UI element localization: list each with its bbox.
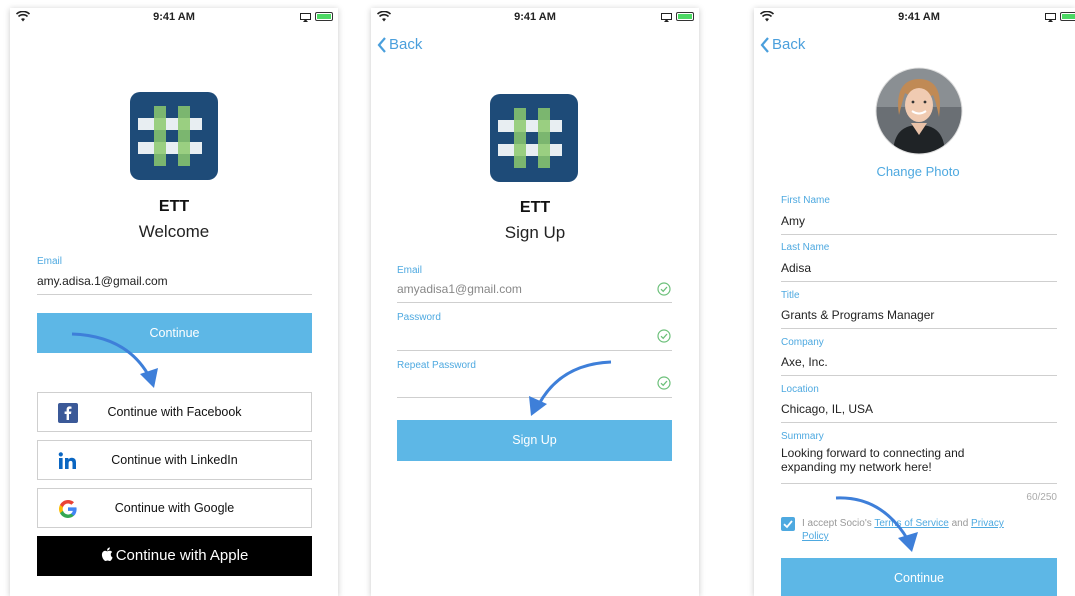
title-underline [781,328,1057,329]
apple-icon [101,547,113,561]
location-field[interactable]: Chicago, IL, USA [781,402,873,416]
title-field[interactable]: Grants & Programs Manager [781,308,934,322]
profile-screen: 9:41 AM Back Change Photo First Name Amy… [754,8,1075,596]
title-label: Title [781,290,800,301]
page-title: Welcome [138,222,210,241]
linkedin-button-label: Continue with LinkedIn [111,453,238,467]
back-label: Back [389,36,423,53]
email-underline [37,294,312,295]
back-button[interactable]: Back [377,36,422,53]
email-underline [397,302,672,303]
location-underline [781,422,1057,423]
signup-screen: 9:41 AM Back ETT Sign Up Email amyadisa1… [371,8,699,596]
terms-and: and [948,518,972,529]
apple-button-label: Continue with Apple [115,547,249,564]
last-name-underline [781,281,1057,282]
google-button[interactable]: Continue with Google [37,488,312,528]
first-name-field[interactable]: Amy [781,214,805,228]
facebook-button-label: Continue with Facebook [107,405,242,419]
check-circle-icon [657,282,671,296]
battery-icon [676,12,694,21]
summary-line: expanding my network here! [781,460,932,474]
last-name-field[interactable]: Adisa [781,261,811,275]
airplay-icon [1045,13,1056,22]
summary-underline [781,483,1057,484]
privacy-policy-link[interactable]: Policy [802,531,829,542]
privacy-policy-link[interactable]: Privacy [971,518,1004,529]
airplay-icon [300,13,311,22]
email-label: Email [37,256,63,267]
status-time: 9:41 AM [898,11,940,23]
arrow-icon [529,360,612,416]
company-field[interactable]: Axe, Inc. [781,355,828,369]
terms-checkbox[interactable] [781,517,795,531]
check-circle-icon [657,376,671,390]
avatar[interactable] [875,67,963,155]
apple-button[interactable]: Continue with Apple [37,536,312,576]
app-logo [130,92,218,180]
password-underline [397,350,672,351]
signup-button[interactable]: Sign Up [397,420,672,461]
arrow-icon [71,332,158,388]
back-label: Back [772,36,806,53]
change-photo-link[interactable]: Change Photo [754,164,1075,179]
status-time: 9:41 AM [514,11,556,23]
email-label: Email [397,265,423,276]
checkmark-icon [783,520,793,529]
app-logo [490,94,578,182]
summary-label: Summary [781,431,824,442]
status-time: 9:41 AM [153,11,195,23]
app-name: ETT [519,199,551,216]
page-title: Sign Up [504,223,566,242]
check-circle-icon [657,329,671,343]
back-button[interactable]: Back [760,36,805,53]
location-label: Location [781,384,819,395]
app-name: ETT [158,198,190,215]
linkedin-button[interactable]: Continue with LinkedIn [37,440,312,480]
last-name-label: Last Name [781,242,830,253]
chevron-left-icon [760,36,769,53]
company-underline [781,375,1057,376]
password-label: Password [397,312,441,323]
battery-icon [315,12,333,21]
password-field[interactable] [397,326,647,346]
first-name-label: First Name [781,195,830,206]
airplay-icon [661,13,672,22]
arrow-icon [835,496,918,552]
chevron-left-icon [377,36,386,53]
battery-icon [1060,12,1075,21]
summary-line: Looking forward to connecting and [781,446,965,460]
google-button-label: Continue with Google [114,501,235,515]
char-count: 60/250 [1026,492,1057,503]
email-field[interactable]: amy.adisa.1@gmail.com [37,274,168,288]
summary-field[interactable]: Looking forward to connecting and expand… [781,446,1057,474]
email-field[interactable]: amyadisa1@gmail.com [397,282,522,296]
continue-button[interactable]: Continue [781,558,1057,596]
facebook-button[interactable]: Continue with Facebook [37,392,312,432]
repeat-password-label: Repeat Password [397,360,476,371]
first-name-underline [781,234,1057,235]
welcome-screen: 9:41 AM ETT Welcome Email amy.adisa.1@gm… [10,8,338,596]
company-label: Company [781,337,824,348]
